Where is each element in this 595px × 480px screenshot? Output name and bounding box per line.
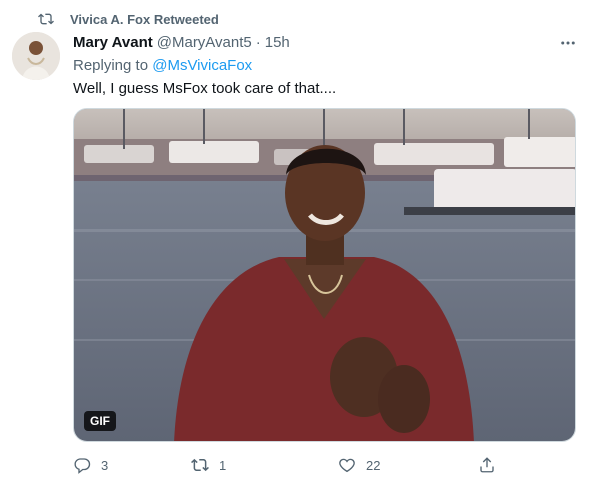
reply-icon xyxy=(74,458,91,474)
reply-count: 3 xyxy=(101,457,109,473)
like-count: 22 xyxy=(366,457,381,473)
replying-mention-link[interactable]: @MsVivicaFox xyxy=(152,57,252,74)
retweet-context[interactable]: Vivica A. Fox Retweeted xyxy=(38,11,219,27)
retweet-button[interactable]: 1 xyxy=(191,456,226,474)
replying-to: Replying to @MsVivicaFox xyxy=(73,57,252,74)
timestamp[interactable]: 15h xyxy=(265,34,290,51)
display-name[interactable]: Mary Avant xyxy=(73,34,153,51)
tweet-media-gif[interactable]: GIF xyxy=(73,108,576,442)
retweet-icon xyxy=(191,458,209,472)
like-button[interactable]: 22 xyxy=(338,456,380,474)
tweet-text: Well, I guess MsFox took care of that...… xyxy=(73,80,337,97)
retweet-count: 1 xyxy=(219,457,227,473)
gif-badge: GIF xyxy=(84,411,116,431)
retweet-label: Vivica A. Fox Retweeted xyxy=(70,11,219,27)
tweet-actions: 3 1 22 xyxy=(73,456,503,476)
heart-icon xyxy=(339,458,355,473)
retweet-icon xyxy=(38,13,54,25)
share-button[interactable] xyxy=(478,456,506,474)
more-icon[interactable] xyxy=(556,33,580,53)
user-handle[interactable]: @MaryAvant5 xyxy=(157,34,252,51)
gif-image xyxy=(74,109,575,441)
replying-prefix: Replying to xyxy=(73,57,149,74)
reply-button[interactable]: 3 xyxy=(73,456,108,474)
share-icon xyxy=(480,457,494,473)
separator-dot: · xyxy=(255,34,261,51)
tweet-header: Mary Avant @MaryAvant5 · 15h xyxy=(73,34,290,51)
avatar[interactable] xyxy=(12,32,60,80)
